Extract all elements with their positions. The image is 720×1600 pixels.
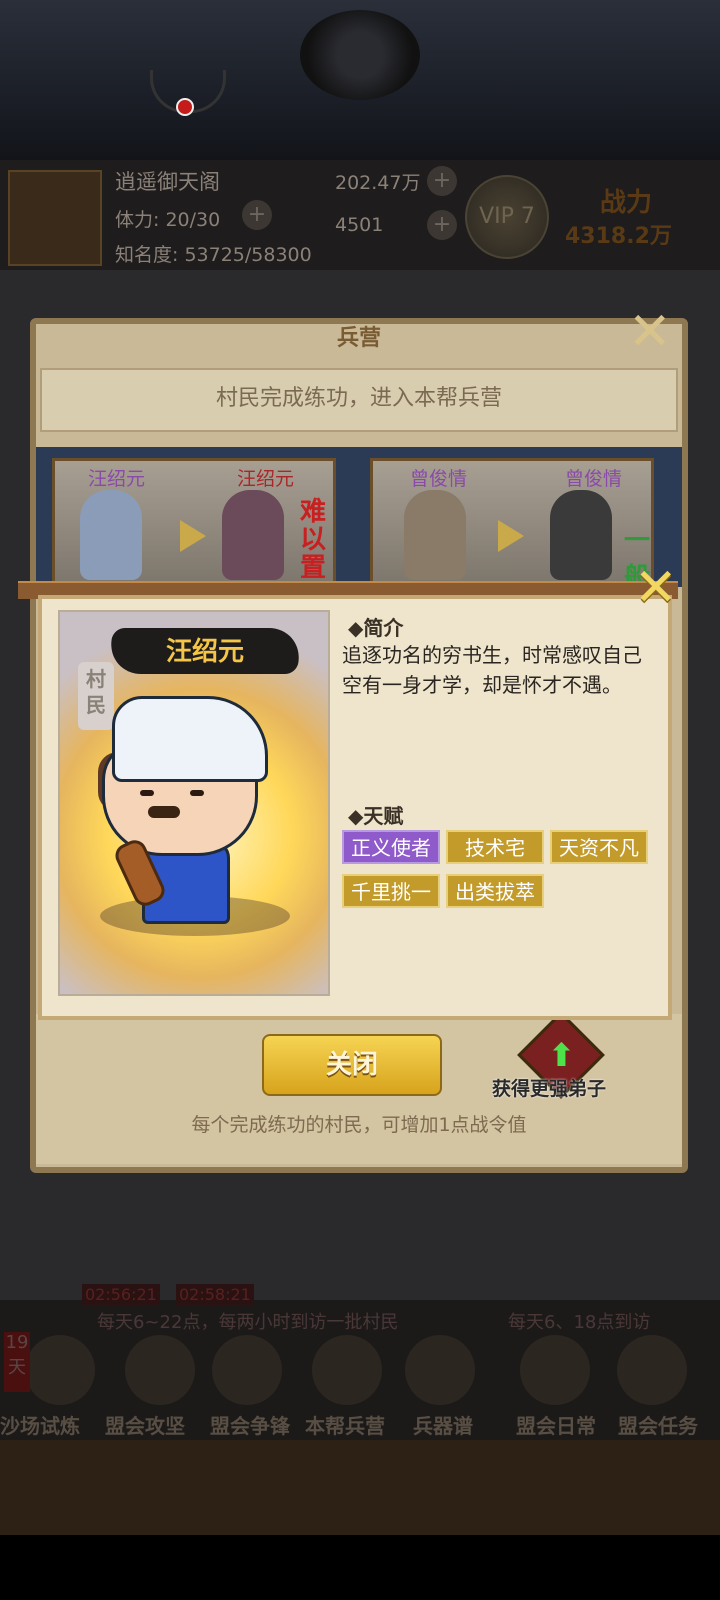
card-from-name: 曾俊情: [410, 468, 468, 490]
nav-icon[interactable]: [617, 1335, 687, 1405]
gold-amount: 4501: [335, 214, 384, 236]
add-gold-button[interactable]: +: [427, 210, 457, 240]
guild-name: 逍遥御天阁: [115, 170, 220, 194]
intro-text: 追逐功名的穷书生，时常感叹自己空有一身才学，却是怀才不遇。: [342, 643, 642, 697]
nav-barracks[interactable]: 本帮兵营: [305, 1410, 385, 1439]
bottom-black-strip: [0, 1535, 720, 1600]
nav-icon[interactable]: [520, 1335, 590, 1405]
close-button[interactable]: 关闭: [262, 1034, 442, 1096]
visit-hint-left: 每天6~22点，每两小时到访一批村民: [97, 1312, 399, 1333]
days-badge: 19天: [4, 1332, 30, 1392]
character-hat: [112, 696, 268, 782]
stamina-text: 体力: 20/30: [115, 209, 221, 231]
nav-sandfield-trial[interactable]: 沙场试炼: [0, 1410, 80, 1439]
visit-timer: 02:58:21: [176, 1284, 254, 1305]
dialog-footer-hint: 每个完成练功的村民，可增加1点战令值: [191, 1114, 527, 1136]
disciple-portrait: [550, 490, 612, 580]
nav-icon[interactable]: [312, 1335, 382, 1405]
nav-icon[interactable]: [125, 1335, 195, 1405]
visit-timer: 02:56:21: [82, 1284, 160, 1305]
dialog-close-icon[interactable]: ✕: [628, 306, 672, 358]
nav-guild-contest[interactable]: 盟会争锋: [210, 1410, 290, 1439]
silver-amount: 202.47万: [335, 172, 421, 194]
up-arrow-icon: ⬆: [548, 1036, 575, 1074]
talent-chip[interactable]: 出类拔萃: [446, 874, 544, 908]
nav-guild-assault[interactable]: 盟会攻坚: [105, 1410, 185, 1439]
nav-guild-tasks[interactable]: 盟会任务: [618, 1410, 698, 1439]
intro-title: ◆简介: [348, 616, 404, 640]
notification-dot: [176, 98, 194, 116]
card-to-name: 曾俊情: [565, 468, 623, 490]
fame-text: 知名度: 53725/58300: [115, 244, 312, 266]
dialog-title: 兵营: [336, 326, 381, 351]
character-name: 汪绍元: [165, 637, 244, 667]
top-ornament: [300, 10, 420, 100]
bottom-decor-band: [0, 1440, 720, 1535]
add-silver-button[interactable]: +: [427, 166, 457, 196]
power-label: 战力: [600, 188, 653, 218]
better-disciple-label[interactable]: 获得更强弟子: [492, 1074, 606, 1101]
talent-chip[interactable]: 千里挑一: [342, 874, 440, 908]
guild-emblem[interactable]: [8, 170, 102, 266]
character-eye: [140, 790, 154, 796]
arrow-icon: [498, 520, 524, 552]
talent-title: ◆天赋: [348, 804, 404, 828]
card-to-name: 汪绍元: [237, 468, 295, 490]
nav-icon[interactable]: [212, 1335, 282, 1405]
vip-badge[interactable]: VIP 7: [465, 175, 549, 259]
card-from-name: 汪绍元: [88, 468, 146, 490]
villager-portrait: [80, 490, 142, 580]
type-seal: 村民: [78, 662, 114, 730]
talent-chip[interactable]: 天资不凡: [550, 830, 648, 864]
character-mustache: [148, 806, 180, 818]
talent-chip[interactable]: 技术宅: [446, 830, 544, 864]
rank-tag: 难以置信: [299, 497, 326, 610]
power-value: 4318.2万: [565, 224, 672, 249]
nav-weapon-list[interactable]: 兵器谱: [413, 1410, 473, 1439]
talent-chip[interactable]: 正义使者: [342, 830, 440, 864]
disciple-portrait: [222, 490, 284, 580]
nav-icon[interactable]: [25, 1335, 95, 1405]
nav-icon[interactable]: [405, 1335, 475, 1405]
add-stamina-button[interactable]: +: [242, 200, 272, 230]
arrow-icon: [180, 520, 206, 552]
character-eye: [190, 790, 204, 796]
nav-guild-daily[interactable]: 盟会日常: [516, 1410, 596, 1439]
barracks-banner: 村民完成练功，进入本帮兵营: [40, 368, 678, 432]
detail-close-icon[interactable]: ✕: [634, 562, 678, 614]
villager-portrait: [404, 490, 466, 580]
visit-hint-right: 每天6、18点到访: [508, 1312, 651, 1333]
